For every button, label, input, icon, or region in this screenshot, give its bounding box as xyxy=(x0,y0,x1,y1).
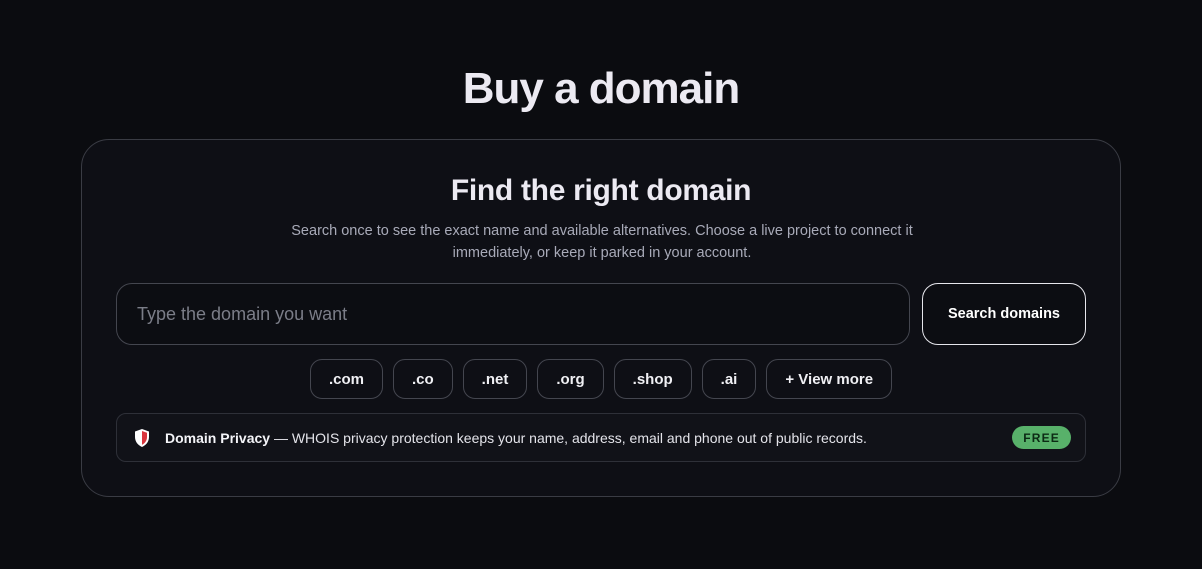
tld-chip-row: .com .co .net .org .shop .ai + View more xyxy=(82,359,1120,399)
buy-domain-page: Buy a domain Find the right domain Searc… xyxy=(0,0,1202,569)
tld-chip-ai[interactable]: .ai xyxy=(701,359,757,399)
search-domains-button[interactable]: Search domains xyxy=(922,283,1086,345)
domain-search-input[interactable] xyxy=(116,283,910,345)
shield-icon xyxy=(135,428,149,447)
card-title: Find the right domain xyxy=(450,174,752,207)
tld-chip-net[interactable]: .net xyxy=(462,359,528,399)
card-description: Search once to see the exact name and av… xyxy=(291,223,913,261)
tld-chip-org[interactable]: .org xyxy=(537,359,604,399)
free-badge: FREE xyxy=(1012,426,1071,449)
view-more-tlds-button[interactable]: + View more xyxy=(766,359,893,399)
tld-chip-co[interactable]: .co xyxy=(392,359,453,399)
privacy-text: — WHOIS privacy protection keeps your na… xyxy=(270,429,867,446)
privacy-title: Domain Privacy xyxy=(165,429,271,446)
domain-search-card: Find the right domain Search once to see… xyxy=(81,139,1121,497)
domain-privacy-bar: Domain Privacy — WHOIS privacy protectio… xyxy=(116,413,1086,462)
tld-chip-com[interactable]: .com xyxy=(309,359,383,399)
tld-chip-shop[interactable]: .shop xyxy=(613,359,692,399)
privacy-description: Domain Privacy — WHOIS privacy protectio… xyxy=(165,430,1012,446)
page-title: Buy a domain xyxy=(462,64,741,113)
